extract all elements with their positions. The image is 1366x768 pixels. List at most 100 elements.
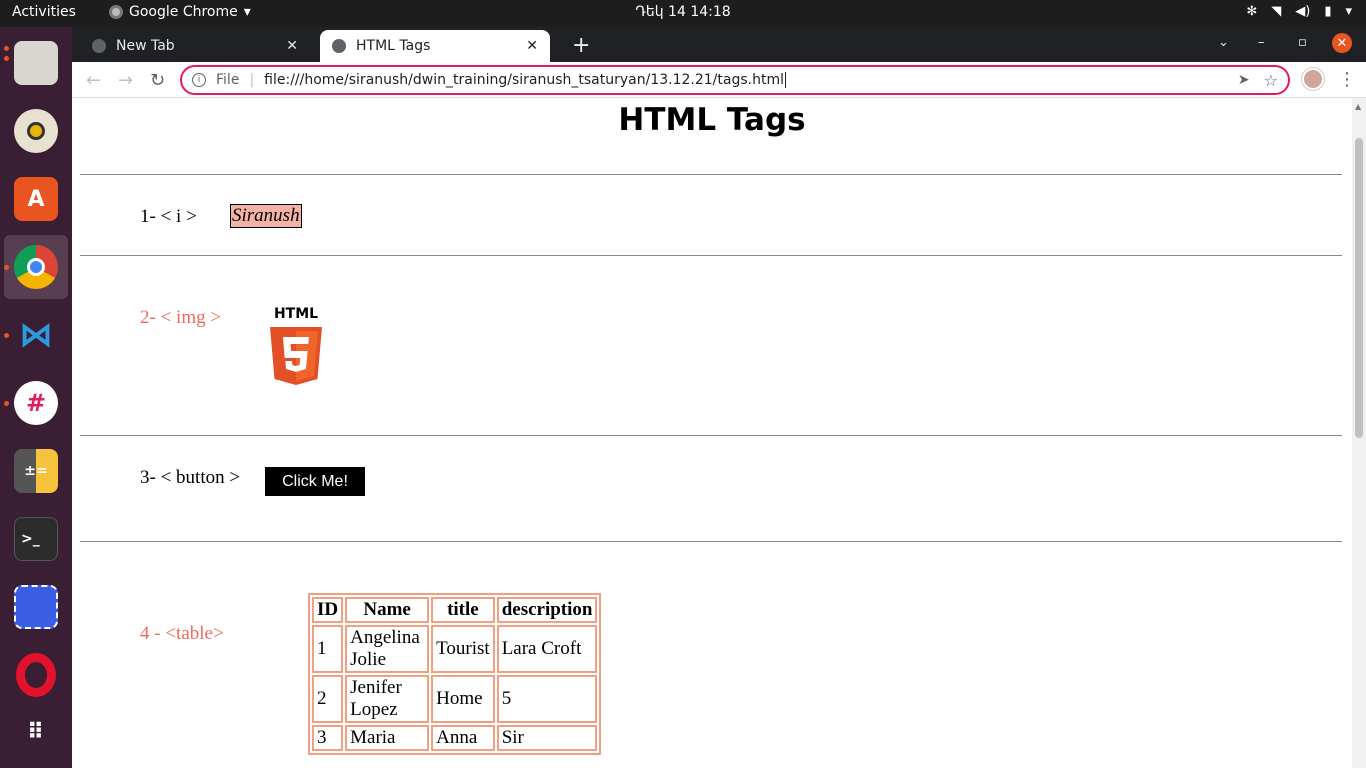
close-icon[interactable]: ✕ [286, 38, 298, 54]
maximize-button[interactable]: ▫ [1298, 35, 1307, 50]
page-viewport: HTML Tags 1- < i > Siranush 2- < img > H… [72, 98, 1352, 768]
chrome-app-icon [109, 5, 123, 19]
globe-icon [332, 39, 346, 53]
running-indicator [4, 265, 9, 270]
table-header-row: ID Name title description [312, 597, 598, 623]
table-cell: Home [431, 675, 495, 723]
table-cell: 3 [312, 725, 344, 751]
profile-avatar[interactable] [1302, 68, 1324, 90]
tab-strip: New Tab ✕ HTML Tags ✕ + ⌄ – ▫ ✕ [72, 27, 1366, 62]
close-icon[interactable]: ✕ [526, 38, 538, 54]
close-window-button[interactable]: ✕ [1332, 33, 1352, 53]
slack-tray-icon[interactable]: ✻ [1246, 4, 1257, 19]
tab-search-button[interactable]: ⌄ [1218, 35, 1229, 50]
table-header-cell: description [496, 597, 598, 623]
files-launcher[interactable] [4, 31, 68, 95]
reload-button[interactable]: ↻ [150, 70, 165, 91]
calculator-icon: ±= [14, 449, 58, 493]
click-me-button[interactable]: Click Me! [265, 467, 365, 496]
divider: | [249, 72, 255, 88]
minimize-button[interactable]: – [1258, 35, 1265, 50]
new-tab-button[interactable]: + [572, 33, 590, 58]
divider [80, 435, 1342, 436]
caret-down-icon: ▾ [243, 4, 251, 20]
system-tray[interactable]: ✻ ◥ ◀) ▮ ▾ [1246, 4, 1352, 19]
table-cell: Jenifer Lopez [345, 675, 430, 723]
table-header-cell: Name [345, 597, 430, 623]
table-cell: 5 [496, 675, 598, 723]
calculator-launcher[interactable]: ±= [4, 439, 68, 503]
dock: A ⋈ # ±= >_ ⠿ [0, 27, 72, 768]
chrome-icon [14, 245, 58, 289]
address-bar[interactable]: i File | file:///home/siranush/dwin_trai… [180, 65, 1290, 95]
table-cell: 2 [312, 675, 344, 723]
show-applications-button[interactable]: ⠿ [4, 701, 68, 765]
table-row: 1 Angelina Jolie Tourist Lara Croft [312, 625, 598, 673]
table-cell: Sir [496, 725, 598, 751]
chrome-favicon-icon [92, 39, 106, 53]
system-top-bar: Activities Google Chrome ▾ Դեկ 14 14:18 … [0, 0, 1366, 27]
rhythmbox-launcher[interactable] [4, 99, 68, 163]
slack-launcher[interactable]: # [4, 371, 68, 435]
scroll-up-arrow-icon[interactable]: ▲ [1355, 102, 1361, 111]
table-cell: Anna [431, 725, 495, 751]
vscode-icon: ⋈ [19, 315, 53, 355]
table-cell: Maria [345, 725, 430, 751]
html-logo-text: HTML [274, 306, 318, 322]
table-tag-label: 4 - <table> [140, 623, 224, 644]
table-cell: Angelina Jolie [345, 625, 430, 673]
software-icon: A [14, 177, 58, 221]
files-icon [14, 41, 58, 85]
forward-button[interactable]: → [118, 70, 133, 91]
scrollbar-thumb[interactable] [1355, 138, 1363, 438]
page-scrollbar[interactable]: ▲ [1352, 98, 1366, 768]
tab-html-tags[interactable]: HTML Tags ✕ [320, 30, 550, 62]
data-table: ID Name title description 1 Angelina Jol… [308, 593, 602, 755]
table-header-cell: title [431, 597, 495, 623]
caret-down-icon[interactable]: ▾ [1345, 4, 1352, 19]
terminal-launcher[interactable]: >_ [4, 507, 68, 571]
back-button[interactable]: ← [86, 70, 101, 91]
button-tag-label: 3- < button > [140, 467, 241, 488]
vscode-launcher[interactable]: ⋈ [4, 303, 68, 367]
rhythmbox-icon [14, 109, 58, 153]
running-indicator [4, 333, 9, 338]
browser-toolbar: ← → ↻ i File | file:///home/siranush/dwi… [72, 62, 1366, 98]
divider [80, 541, 1342, 542]
running-indicator [4, 46, 9, 51]
screenshot-launcher[interactable] [4, 575, 68, 639]
send-icon[interactable]: ➤ [1238, 72, 1250, 88]
volume-icon[interactable]: ◀) [1295, 4, 1310, 19]
running-indicator [4, 56, 9, 61]
app-menu-label: Google Chrome [129, 4, 238, 20]
divider [80, 174, 1342, 175]
table-row: 3 Maria Anna Sir [312, 725, 598, 751]
table-row: 2 Jenifer Lopez Home 5 [312, 675, 598, 723]
table-cell: Tourist [431, 625, 495, 673]
url-text[interactable]: file:///home/siranush/dwin_training/sira… [264, 72, 784, 88]
info-icon[interactable]: i [192, 73, 206, 87]
battery-icon[interactable]: ▮ [1324, 4, 1331, 19]
chrome-launcher[interactable] [4, 235, 68, 299]
table-cell: Lara Croft [496, 625, 598, 673]
tab-label: New Tab [116, 38, 175, 54]
running-indicator [4, 401, 9, 406]
page-title: HTML Tags [618, 102, 806, 138]
bookmark-star-icon[interactable]: ☆ [1264, 71, 1278, 90]
html5-logo-image: HTML [268, 305, 324, 387]
scheme-label: File [216, 72, 240, 88]
italic-tag-label: 1- < i > [140, 206, 197, 227]
app-menu[interactable]: Google Chrome ▾ [109, 4, 251, 20]
tab-label: HTML Tags [356, 38, 431, 54]
table-header-cell: ID [312, 597, 344, 623]
kebab-menu-icon[interactable]: ⋮ [1338, 69, 1356, 90]
screenshot-icon [14, 585, 58, 629]
wifi-icon[interactable]: ◥ [1271, 4, 1281, 19]
divider [80, 255, 1342, 256]
app-grid-icon: ⠿ [26, 720, 46, 745]
opera-launcher[interactable] [4, 643, 68, 707]
tab-new-tab[interactable]: New Tab ✕ [80, 30, 310, 62]
activities-button[interactable]: Activities [12, 4, 76, 20]
software-launcher[interactable]: A [4, 167, 68, 231]
italic-name: Siranush [230, 204, 302, 228]
